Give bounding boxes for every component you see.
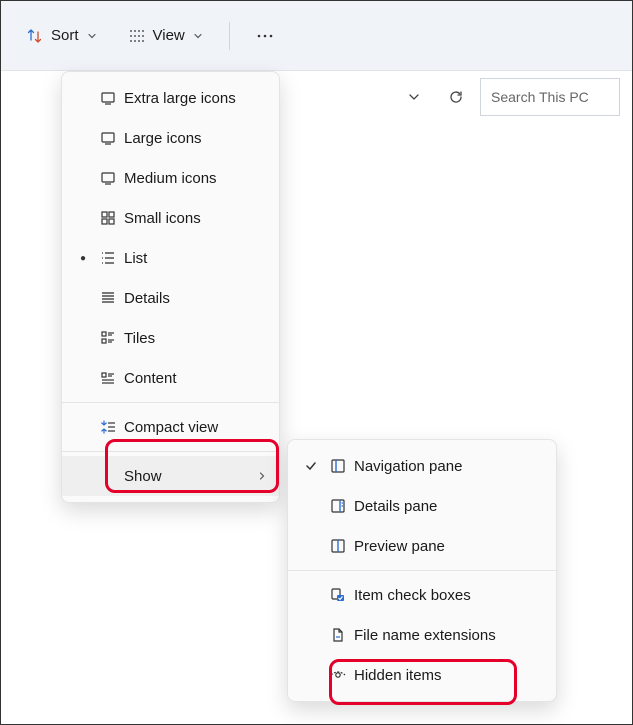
menu-item-show[interactable]: Show: [62, 456, 279, 496]
menu-item[interactable]: Content: [62, 358, 279, 398]
menu-item[interactable]: Preview pane: [288, 526, 556, 566]
view-menu: Extra large icons Large icons Medium icons…: [61, 71, 280, 503]
compact-icon: [96, 419, 120, 435]
monitor-icon: [96, 90, 120, 106]
show-submenu: Navigation paneDetails panePreview pane …: [287, 439, 557, 702]
menu-item[interactable]: Hidden items: [288, 655, 556, 695]
menu-label: Large icons: [124, 130, 267, 147]
menu-label: Compact view: [124, 419, 267, 436]
menu-label: Details pane: [354, 498, 544, 515]
menu-label: Content: [124, 370, 267, 387]
menu-separator: [288, 570, 556, 571]
menu-item[interactable]: Details pane: [288, 486, 556, 526]
menu-label: Small icons: [124, 210, 267, 227]
menu-item[interactable]: Item check boxes: [288, 575, 556, 615]
details-pane-icon: [326, 498, 350, 514]
chevron-down-icon: [193, 31, 203, 41]
content-icon: [96, 370, 120, 386]
list-icon: [96, 250, 120, 266]
menu-item[interactable]: Navigation pane: [288, 446, 556, 486]
monitor-icon: [96, 130, 120, 146]
nav-pane-icon: [326, 458, 350, 474]
menu-label: File name extensions: [354, 627, 544, 644]
toolbar-divider: [229, 22, 230, 50]
menu-item[interactable]: ● List: [62, 238, 279, 278]
menu-item[interactable]: File name extensions: [288, 615, 556, 655]
chevron-right-icon: [257, 471, 267, 481]
menu-label: Tiles: [124, 330, 267, 347]
preview-pane-icon: [326, 538, 350, 554]
menu-label: Details: [124, 290, 267, 307]
menu-label: Item check boxes: [354, 587, 544, 604]
sort-icon: [27, 28, 43, 44]
more-button[interactable]: [246, 22, 284, 50]
sort-button[interactable]: Sort: [17, 21, 107, 50]
checkboxes-icon: [326, 587, 350, 603]
menu-item[interactable]: Tiles: [62, 318, 279, 358]
view-button[interactable]: View: [119, 21, 213, 50]
menu-item[interactable]: Extra large icons: [62, 78, 279, 118]
menu-separator: [62, 451, 279, 452]
check-icon: [300, 459, 322, 473]
tiles-icon: [96, 330, 120, 346]
menu-label: Preview pane: [354, 538, 544, 555]
chevron-down-icon: [87, 31, 97, 41]
selection-bullet: ●: [74, 253, 92, 264]
toolbar: Sort View: [1, 1, 632, 71]
grid4-icon: [96, 210, 120, 226]
menu-label: Hidden items: [354, 667, 544, 684]
menu-separator: [62, 402, 279, 403]
details-icon: [96, 290, 120, 306]
menu-label: List: [124, 250, 267, 267]
menu-item[interactable]: Small icons: [62, 198, 279, 238]
file-ext-icon: [326, 627, 350, 643]
menu-label: Extra large icons: [124, 90, 267, 107]
menu-label: Navigation pane: [354, 458, 544, 475]
sort-label: Sort: [51, 27, 79, 44]
refresh-button[interactable]: [438, 79, 474, 115]
hidden-icon: [326, 667, 350, 683]
chevron-down-icon: [407, 90, 421, 104]
menu-item[interactable]: Medium icons: [62, 158, 279, 198]
menu-label: Show: [124, 468, 253, 485]
menu-item[interactable]: Details: [62, 278, 279, 318]
monitor-icon: [96, 170, 120, 186]
view-icon: [129, 28, 145, 44]
view-label: View: [153, 27, 185, 44]
ellipsis-icon: [256, 28, 274, 44]
search-placeholder: Search This PC: [491, 89, 589, 105]
menu-label: Medium icons: [124, 170, 267, 187]
menu-item-compact-view[interactable]: Compact view: [62, 407, 279, 447]
history-dropdown[interactable]: [396, 79, 432, 115]
menu-item[interactable]: Large icons: [62, 118, 279, 158]
search-input[interactable]: Search This PC: [480, 78, 620, 116]
refresh-icon: [448, 89, 464, 105]
